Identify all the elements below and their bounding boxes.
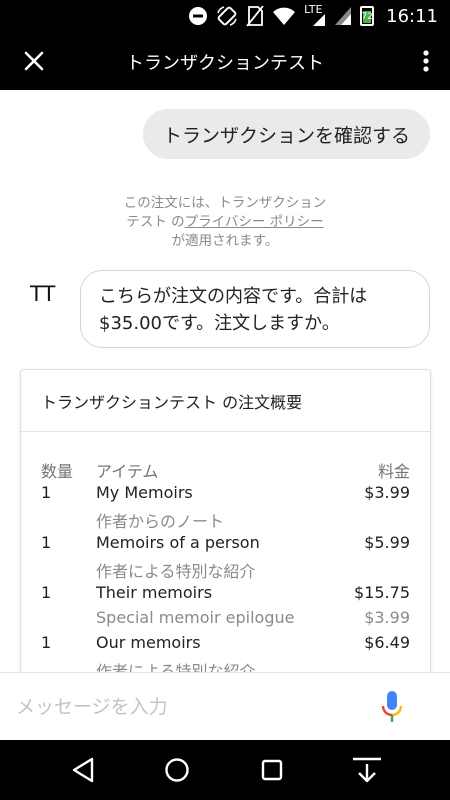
hide-keyboard-icon [353, 757, 381, 783]
order-table: 数量 アイテム 料金 1 My Memoirs $3.99 作者からのノート 1… [21, 456, 430, 672]
privacy-policy-link[interactable]: プライバシー ポリシー [185, 214, 324, 230]
privacy-line-2: テスト のプライバシー ポリシー [0, 213, 450, 232]
header-qty: 数量 [41, 462, 74, 481]
back-icon [72, 757, 94, 783]
bot-message-line-1: こちらが注文の内容です。合計は [99, 286, 368, 307]
clock: 16:11 [386, 5, 438, 27]
recents-button[interactable] [255, 754, 289, 786]
order-card-title: トランザクションテスト の注文概要 [21, 370, 430, 432]
item-price: $15.75 [354, 583, 410, 602]
header-item: アイテム [96, 462, 159, 481]
item-qty: 1 [41, 633, 52, 652]
app-bar: トランザクションテスト [0, 32, 450, 90]
recents-icon [261, 759, 283, 781]
home-button[interactable] [160, 754, 194, 786]
privacy-line-2-prefix: テスト の [126, 214, 185, 230]
header-price: 料金 [377, 462, 410, 481]
item-sub-name: 作者による特別な紹介 [96, 562, 256, 581]
status-bar: LTE 72 16:11 [0, 0, 450, 32]
order-item-row: 1 My Memoirs $3.99 [41, 481, 410, 506]
more-vert-icon [423, 50, 429, 72]
home-icon [165, 758, 189, 782]
cell-signal-icon [335, 7, 352, 25]
privacy-line-3: が適用されます。 [171, 233, 279, 249]
bot-message-bubble: こちらが注文の内容です。合計は $35.00です。注文しますか。 [80, 270, 430, 348]
no-sim-icon [246, 5, 264, 27]
order-item-sub-row: 作者による特別な紹介 [41, 556, 410, 581]
app-title: トランザクションテスト [126, 53, 324, 74]
item-qty: 1 [41, 483, 52, 502]
item-name: Memoirs of a person [96, 533, 260, 552]
battery-icon: 72 [360, 6, 375, 26]
item-sub-name: 作者による特別な紹介 [96, 662, 256, 672]
order-summary-card: トランザクションテスト の注文概要 数量 アイテム 料金 1 My Memoir… [20, 369, 431, 672]
order-item-row: 1 Our memoirs $6.49 [41, 631, 410, 656]
status-icons: LTE 72 16:11 [188, 0, 438, 32]
privacy-line-1: この注文には、トランザクション [123, 195, 327, 211]
item-price: $3.99 [364, 483, 410, 502]
overflow-menu-button[interactable] [416, 45, 436, 77]
item-price: $6.49 [364, 633, 410, 652]
bot-avatar: TT [30, 282, 56, 306]
order-table-header: 数量 アイテム 料金 [41, 456, 410, 481]
order-item-row: 1 Memoirs of a person $5.99 [41, 531, 410, 556]
privacy-notice: この注文には、トランザクション テスト のプライバシー ポリシー が適用されます… [0, 194, 450, 251]
rotation-icon [217, 6, 237, 26]
order-item-sub-row: 作者からのノート [41, 506, 410, 531]
item-qty: 1 [41, 583, 52, 602]
item-name: Our memoirs [96, 633, 201, 652]
lte-signal-icon: LTE [304, 3, 326, 27]
item-sub-price: $3.99 [364, 608, 410, 627]
item-qty: 1 [41, 533, 52, 552]
mic-icon [381, 691, 403, 722]
do-not-disturb-icon [189, 7, 208, 25]
item-name: Their memoirs [96, 583, 213, 602]
user-message-bubble: トランザクションを確認する [142, 109, 430, 159]
battery-level: 72 [361, 12, 373, 22]
hide-keyboard-button[interactable] [350, 754, 384, 786]
system-nav-bar [0, 740, 450, 800]
item-sub-name: 作者からのノート [96, 512, 225, 531]
mic-button[interactable] [378, 689, 406, 725]
order-item-sub-row: Special memoir epilogue $3.99 [41, 606, 410, 631]
message-input-bar [0, 672, 450, 740]
item-name: My Memoirs [96, 483, 193, 502]
item-price: $5.99 [364, 533, 410, 552]
order-item-row: 1 Their memoirs $15.75 [41, 581, 410, 606]
bot-message-line-2: $35.00です。注文しますか。 [99, 313, 340, 334]
item-sub-name: Special memoir epilogue [96, 608, 295, 627]
wifi-icon [273, 7, 296, 25]
chat-area[interactable]: トランザクションを確認する この注文には、トランザクション テスト のプライバシ… [0, 90, 450, 672]
message-input[interactable] [16, 681, 356, 733]
back-button[interactable] [66, 754, 100, 786]
order-item-sub-row: 作者による特別な紹介 [41, 656, 410, 672]
